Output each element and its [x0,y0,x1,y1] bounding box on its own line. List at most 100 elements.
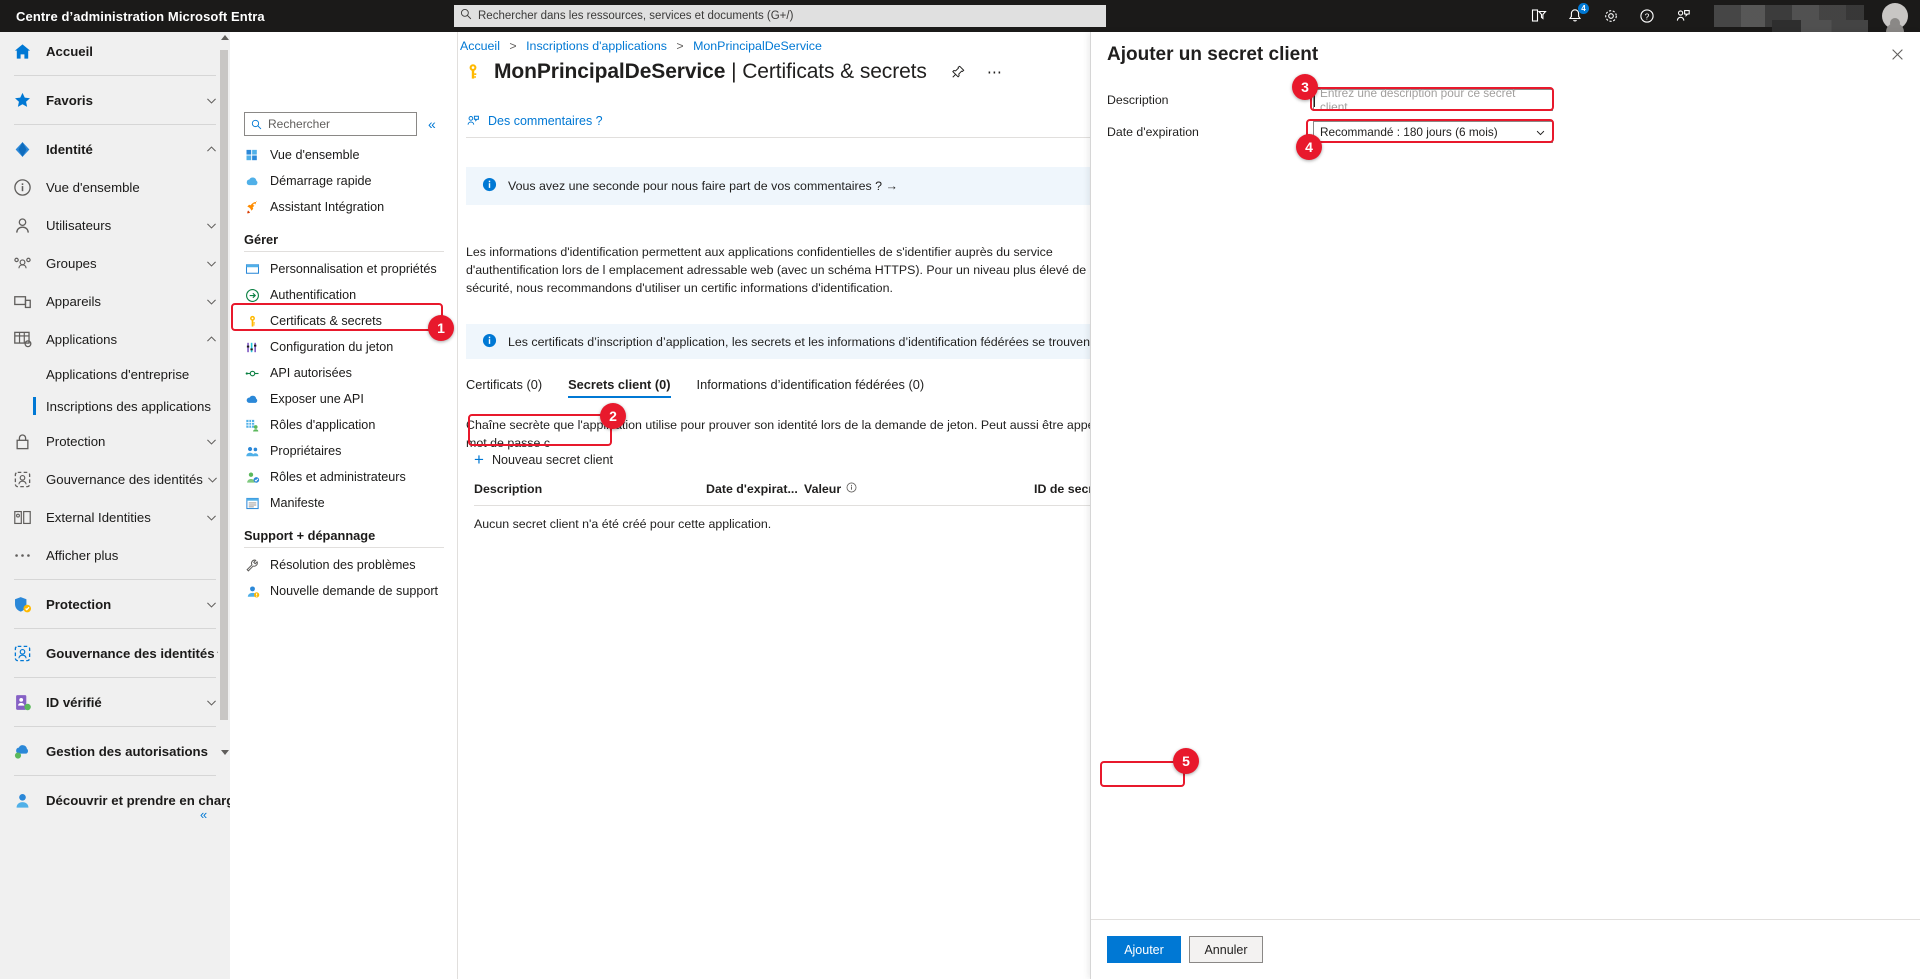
resource-item-vue-d-ensemble[interactable]: Vue d'ensemble [230,142,458,168]
resource-item-api-autoris-es[interactable]: API autorisées [230,360,458,386]
sidebar-item-gouvernance-des-identit-s[interactable]: Gouvernance des identités [0,460,230,498]
sidebar-collapse-button[interactable]: « [200,807,207,822]
resource-item-manifeste[interactable]: Manifeste [230,490,458,516]
sidebar-item-label: Appareils [46,293,101,309]
sidebar-item-gestion-des-autorisations[interactable]: Gestion des autorisations [0,732,230,770]
devices-icon [12,291,32,311]
resource-item-label: Certificats & secrets [270,314,382,328]
sidebar-item-gouvernance-des-identit-s[interactable]: Gouvernance des identités [0,634,230,672]
description-field[interactable]: Entrez une description pour ce secret cl… [1313,86,1553,114]
annotation-number-1: 1 [428,315,454,341]
sidebar-subitem-label: Applications d'entreprise [46,366,190,382]
resource-item-r-solution-des-probl-mes[interactable]: Résolution des problèmes [230,552,458,578]
resource-item-label: Configuration du jeton [270,340,394,354]
sidebar-item-label: Découvrir et prendre en charge [46,792,230,808]
more-actions-icon[interactable]: ⋯ [987,63,1003,81]
description-field-label: Description [1107,93,1169,107]
sidebar-divider [14,726,216,727]
ajouter-button[interactable]: Ajouter [1107,936,1181,963]
nouveau-secret-client-button[interactable]: + Nouveau secret client [474,451,613,468]
resource-item-assistant-int-gration[interactable]: Assistant Intégration [230,194,458,220]
column-header-valeur[interactable]: Valeur [804,482,841,496]
permissions-cloud-icon [12,741,32,761]
expiration-select[interactable]: Recommandé : 180 jours (6 mois) [1313,121,1553,143]
sidebar-scrollbar[interactable] [218,32,230,762]
sidebar-item-label: Accueil [46,43,93,59]
pin-icon[interactable] [951,65,965,79]
sidebar-item-applications-d-entreprise[interactable]: Applications d'entreprise [0,358,230,390]
info-circle-icon [12,177,32,197]
sidebar-item-utilisateurs[interactable]: Utilisateurs [0,206,230,244]
sidebar-item-accueil[interactable]: Accueil [0,32,230,70]
resource-group-divider [244,251,444,252]
avatar[interactable] [1882,3,1908,32]
sidebar-item-afficher-plus[interactable]: Afficher plus [0,536,230,574]
sidebar-item-protection[interactable]: Protection [0,585,230,623]
sidebar-item-external-identities[interactable]: External Identities [0,498,230,536]
api-permissions-icon [244,365,260,381]
sidebar-item-label: Applications [46,331,118,347]
breadcrumb-item-accueil[interactable]: Accueil [460,39,500,53]
search-icon [460,7,472,25]
directories-filter-icon[interactable] [1530,7,1548,25]
tab-certificats[interactable]: Certificats (0) [466,377,542,398]
resource-item-r-les-d-application[interactable]: Rôles d'application [230,412,458,438]
plus-icon: + [474,450,484,469]
user-icon [12,215,32,235]
global-search-input[interactable]: Rechercher dans les ressources, services… [454,5,1106,27]
product-title[interactable]: Centre d’administration Microsoft Entra [16,9,265,24]
sidebar-item-label: External Identities [46,509,151,525]
sidebar-item-applications[interactable]: Applications [0,320,230,358]
page-header: MonPrincipalDeService | Certificats & se… [458,60,1003,84]
resource-item-label: API autorisées [270,366,352,380]
tenant-domain-redacted [1772,20,1868,32]
column-header-secret-id[interactable]: ID de secr [1034,482,1093,496]
notifications-bell-icon[interactable]: 4 [1566,3,1589,25]
breadcrumb-item-app-registrations[interactable]: Inscriptions d'applications [526,39,667,53]
resource-item-d-marrage-rapide[interactable]: Démarrage rapide [230,168,458,194]
sidebar-subitem-label: Inscriptions des applications [46,398,211,414]
resource-item-propri-taires[interactable]: Propriétaires [230,438,458,464]
column-header-description[interactable]: Description [474,482,542,496]
settings-gear-icon[interactable] [1602,7,1620,25]
sidebar-item-label: Protection [46,433,106,449]
sidebar-item-label: Identité [46,141,93,157]
sidebar-item-favoris[interactable]: Favoris [0,81,230,119]
resource-item-personnalisation-et-propri-t-s[interactable]: Personnalisation et propriétés [230,256,458,282]
column-header-expiration[interactable]: Date d'expirat... [706,482,798,496]
sidebar-item-appareils[interactable]: Appareils [0,282,230,320]
add-client-secret-panel: Ajouter un secret client Description Ent… [1090,32,1920,979]
annotation-number-4: 4 [1296,134,1322,160]
expose-api-icon [244,391,260,407]
page-title: MonPrincipalDeService | Certificats & se… [494,60,927,84]
resource-search-input[interactable]: Rechercher [244,112,417,136]
resource-item-configuration-du-jeton[interactable]: Configuration du jeton [230,334,458,360]
resource-menu-collapse-button[interactable]: « [428,116,436,132]
sidebar-item-vue-d-ensemble[interactable]: Vue d'ensemble [0,168,230,206]
resource-item-exposer-une-api[interactable]: Exposer une API [230,386,458,412]
resource-item-label: Assistant Intégration [270,200,385,214]
tab-secrets-client[interactable]: Secrets client (0) [568,377,671,398]
sidebar-item-inscriptions-des-applications[interactable]: Inscriptions des applications [0,390,230,422]
close-icon[interactable] [1891,48,1904,65]
resource-item-certificats-secrets[interactable]: Certificats & secrets [230,308,458,334]
resource-item-r-les-et-administrateurs[interactable]: Rôles et administrateurs [230,464,458,490]
feedback-person-icon[interactable] [1674,7,1692,25]
sidebar-item-identit[interactable]: Identité [0,130,230,168]
tab-federated-credentials[interactable]: Informations d’identification fédérées (… [697,377,925,398]
help-question-icon[interactable]: ? [1638,7,1656,25]
breadcrumb-item-current-app[interactable]: MonPrincipalDeService [693,39,822,53]
resource-item-label: Résolution des problèmes [270,558,416,572]
feedback-button-label[interactable]: Des commentaires ? [488,114,603,128]
sidebar-item-groupes[interactable]: Groupes [0,244,230,282]
sidebar-item-protection[interactable]: Protection [0,422,230,460]
resource-item-nouvelle-demande-de-support[interactable]: Nouvelle demande de support [230,578,458,604]
resource-item-label: Exposer une API [270,392,364,406]
nouveau-secret-client-label: Nouveau secret client [491,452,614,467]
annuler-button[interactable]: Annuler [1189,936,1263,963]
top-navigation-bar: Centre d’administration Microsoft Entra … [0,0,1920,32]
sidebar-item-d-couvrir-et-prendre-en-charge[interactable]: Découvrir et prendre en charge [0,781,230,819]
sidebar-item-id-v-rifi[interactable]: ID vérifié [0,683,230,721]
sidebar-item-label: Gouvernance des identités [46,645,215,661]
resource-item-authentification[interactable]: Authentification [230,282,458,308]
